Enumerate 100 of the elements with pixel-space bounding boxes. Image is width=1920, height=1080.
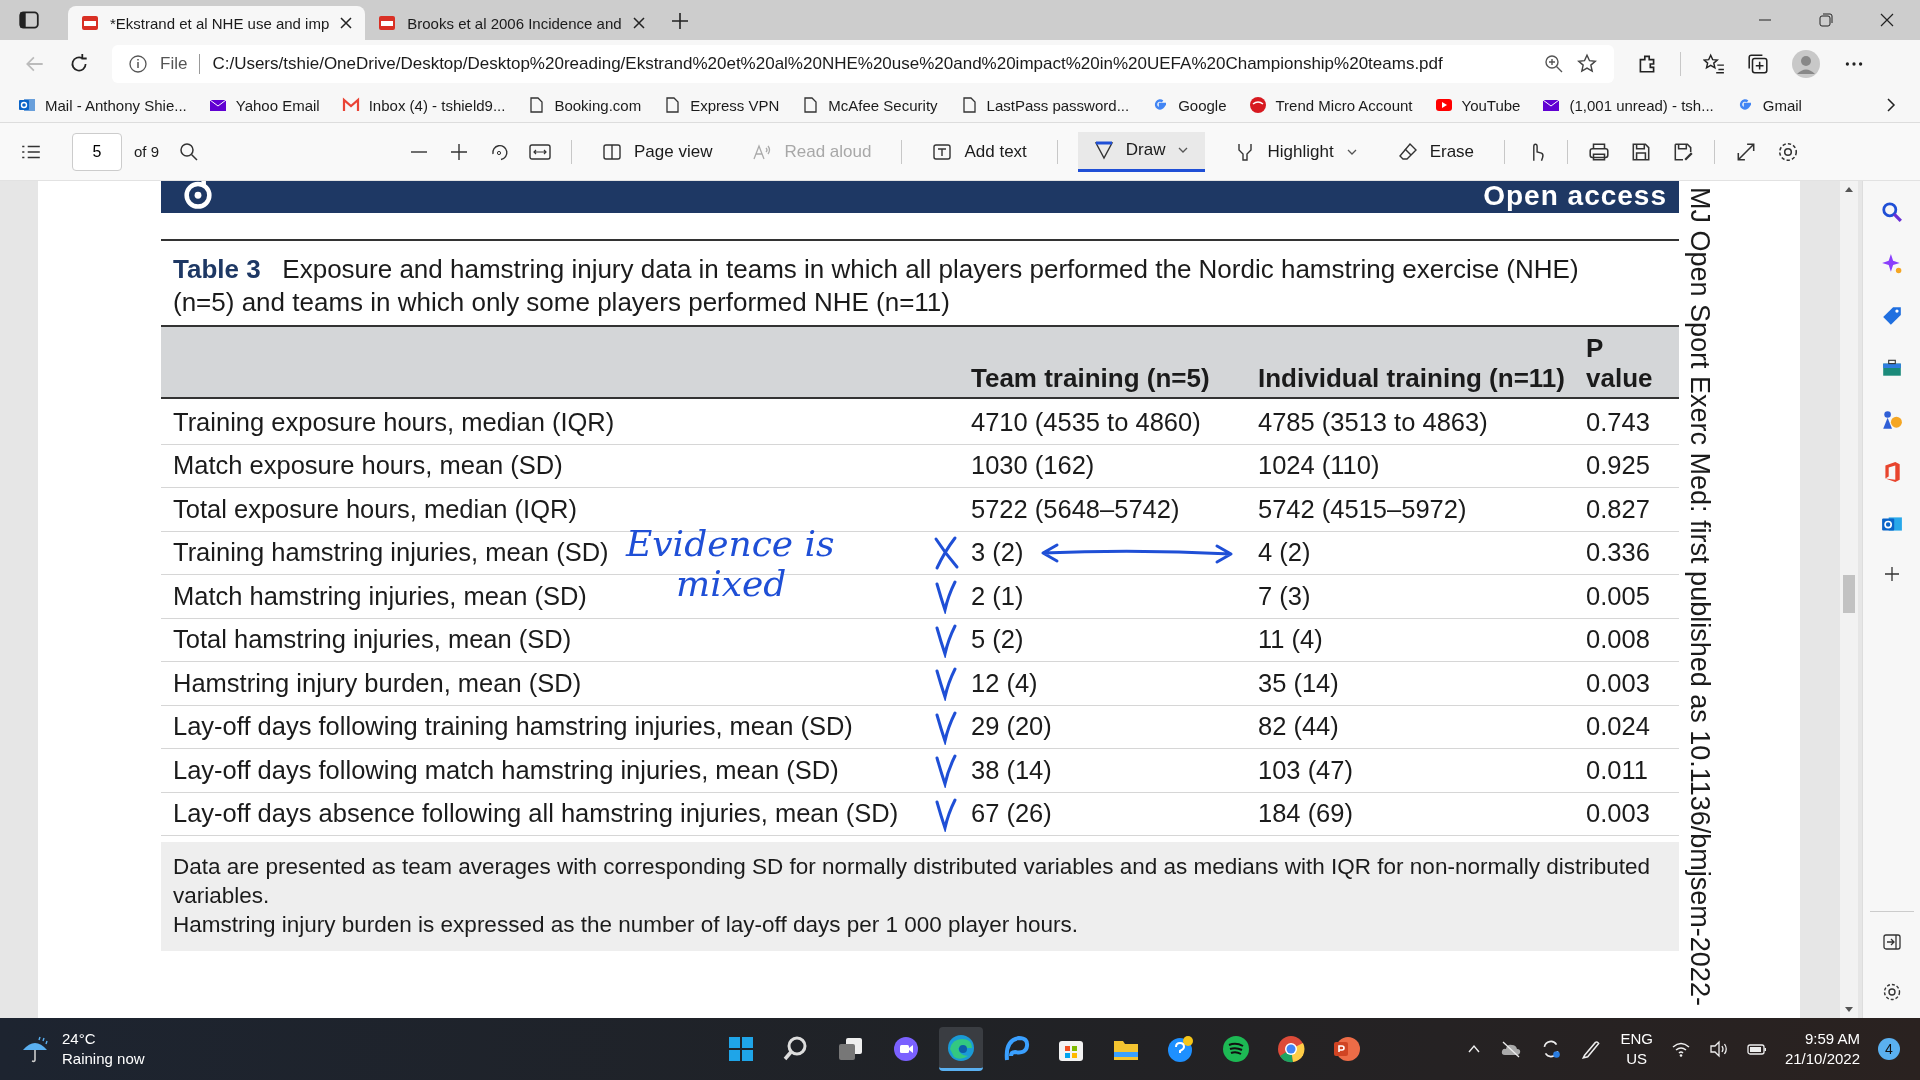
table-cell: 0.925: [1586, 451, 1650, 480]
weather-condition-text: Raining now: [62, 1049, 145, 1069]
table-cell: 103 (47): [1258, 755, 1353, 784]
table-cell: Hamstring injury burden, mean (SD): [173, 668, 582, 697]
table-cell: 7 (3): [1258, 581, 1311, 610]
scroll-thumb[interactable]: [1843, 575, 1855, 613]
table-caption: Table 3 Exposure and hamstring injury data in teams in which all players performed the Nordic hamstring exercise (NHE) (n=5) and teams in which only some players performed NHE (n=11): [161, 239, 1679, 325]
table-footnote: Hamstring injury burden is expressed as the number of lay-off days per 1 000 player hours.: [173, 911, 1080, 939]
table-cell: 0.743: [1586, 407, 1650, 436]
bookmark-link[interactable]: McAfee Security: [801, 96, 938, 114]
table-cell: 0.827: [1586, 494, 1650, 523]
close-icon[interactable]: [339, 16, 354, 30]
bookmark-link[interactable]: Mail - Anthony Shie...: [18, 96, 187, 114]
favorites-icon[interactable]: [1703, 53, 1725, 75]
table-cell: 1030 (162): [971, 451, 1095, 480]
table-cell: 184 (69): [1258, 799, 1353, 828]
scroll-down-icon[interactable]: [1844, 1004, 1854, 1014]
tool-button[interactable]: Erase: [1387, 131, 1485, 172]
handwritten-note: mixed: [676, 563, 787, 604]
new-tab-icon[interactable]: [669, 11, 690, 31]
language-indicator[interactable]: ENG US: [1620, 1029, 1653, 1069]
address-bar[interactable]: File C:/Users/tshie/OneDrive/Desktop/Desktop%20reading/Ekstrand%20et%20al%20NHE%20use%20and%20impact%20in%20UEFA%20Championship%20teams.pdf: [112, 45, 1614, 83]
collections-icon[interactable]: [1747, 53, 1769, 75]
scheme-label: File: [160, 54, 188, 74]
browser-tab[interactable]: Brooks et al 2006 Incidence and: [365, 6, 658, 40]
bookmark-link[interactable]: YouTube: [1434, 96, 1521, 114]
handwritten-note: Evidence is: [626, 523, 835, 564]
page-number-field[interactable]: 5: [72, 132, 122, 171]
browser-tab[interactable]: *Ekstrand et al NHE use and imp: [68, 6, 366, 40]
close-icon[interactable]: [631, 16, 646, 30]
eraser-icon: [1397, 141, 1418, 162]
table-cell: 67 (26): [971, 799, 1052, 828]
scroll-up-icon[interactable]: [1844, 185, 1854, 195]
bookmark-link[interactable]: Inbox (4) - tshield9...: [341, 96, 506, 114]
pen-icon[interactable]: [1580, 1038, 1603, 1060]
toolbox-icon[interactable]: [1880, 357, 1903, 379]
info-icon[interactable]: [128, 54, 148, 74]
clock[interactable]: 9:59 AM 21/10/2022: [1784, 1029, 1860, 1069]
text-box-icon: [932, 141, 953, 162]
envelope-icon: [341, 96, 360, 114]
volume-icon[interactable]: [1708, 1039, 1729, 1059]
pdf-icon: [80, 13, 100, 33]
table-cell: 4710 (4535 to 4860): [971, 407, 1201, 436]
zoom-in-icon[interactable]: [449, 141, 470, 162]
table-cell: Match hamstring injuries, mean (SD): [173, 581, 587, 610]
table-cell: 0.005: [1586, 581, 1650, 610]
bookmark-link[interactable]: Trend Micro Account: [1248, 96, 1413, 114]
table-cell: 35 (14): [1258, 668, 1339, 697]
bookmark-link[interactable]: LastPass password...: [959, 96, 1130, 114]
table-cell: Lay-off days absence following all hamstring injuries, mean (SD): [173, 799, 899, 828]
tool-button[interactable]: Add text: [922, 131, 1037, 172]
close-icon[interactable]: [1879, 12, 1895, 28]
bookmark-link[interactable]: Gmail: [1735, 96, 1802, 114]
umbrella-rain-icon: [20, 1034, 50, 1064]
bookmark-link[interactable]: Express VPN: [663, 96, 780, 114]
table-cell: 1024 (110): [1258, 451, 1380, 480]
temperature-text: 24°C: [62, 1029, 97, 1049]
hide-sidebar-icon[interactable]: [1881, 932, 1902, 952]
search-icon[interactable]: [1880, 201, 1903, 223]
table-cell: 0.008: [1586, 625, 1650, 654]
bookmark-link[interactable]: (1,001 unread) - tsh...: [1542, 96, 1714, 114]
margin-citation: MJ Open Sport Exerc Med: first published as 10.1136/bmjsem-2022-: [1684, 187, 1715, 1008]
restore-icon[interactable]: [1818, 12, 1834, 28]
tab-actions-icon[interactable]: [18, 9, 40, 31]
zoom-icon[interactable]: [1544, 54, 1564, 74]
profile-avatar-icon[interactable]: [1791, 49, 1821, 79]
bookmark-link[interactable]: Google: [1151, 96, 1227, 114]
scrollbar[interactable]: [1840, 181, 1858, 1018]
play-icon: [1434, 96, 1453, 114]
column-header: P value: [1586, 333, 1654, 393]
settings-icon[interactable]: [1881, 982, 1902, 1002]
settings-icon[interactable]: [1777, 140, 1800, 163]
table-cell: Lay-off days following match hamstring injuries, mean (SD): [173, 755, 839, 784]
notification-badge[interactable]: 4: [1878, 1038, 1900, 1060]
search-icon[interactable]: [179, 141, 200, 162]
table-cell: 5742 (4515–5972): [1258, 494, 1467, 523]
page-icon: [801, 96, 820, 114]
tool-button[interactable]: Page view: [592, 131, 723, 172]
table-cell: 4 (2): [1258, 538, 1311, 567]
table-cell: Total exposure hours, median (IQR): [173, 494, 577, 523]
table-cell: 12 (4): [971, 668, 1038, 697]
table-cell: Match exposure hours, mean (SD): [173, 451, 563, 480]
bookmark-link[interactable]: Yahoo Email: [208, 96, 320, 114]
table-cell: 0.024: [1586, 712, 1650, 741]
table-cell: 29 (20): [971, 712, 1052, 741]
tool-button[interactable]: Highlight: [1225, 131, 1368, 172]
table-cell: 11 (4): [1258, 625, 1323, 654]
sparkle-icon[interactable]: [1880, 253, 1903, 275]
game-pieces-icon[interactable]: [1880, 409, 1903, 431]
table-cell: Training exposure hours, median (IQR): [173, 407, 615, 436]
taskbar-app-icon[interactable]: [938, 1027, 983, 1071]
table-cell: 82 (44): [1258, 712, 1339, 741]
tool-button[interactable]: Draw: [1077, 131, 1206, 172]
table-cell: Lay-off days following training hamstring injuries, mean (SD): [173, 712, 853, 741]
page-view-icon: [602, 141, 623, 162]
add-icon[interactable]: [1882, 565, 1901, 583]
table-cell: 0.003: [1586, 799, 1650, 828]
table-cell: 3 (2): [971, 538, 1024, 567]
bookmark-link[interactable]: Booking.com: [527, 96, 642, 114]
favorite-icon[interactable]: [1576, 53, 1598, 75]
